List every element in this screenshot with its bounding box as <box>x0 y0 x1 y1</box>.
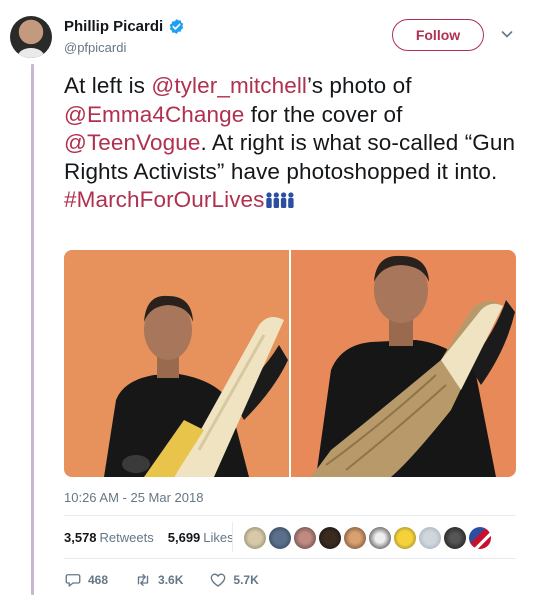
photo-original[interactable] <box>64 250 289 477</box>
retweet-count: 3.6K <box>158 573 184 587</box>
divider <box>64 558 516 559</box>
author-info: Phillip Picardi @pfpicardi <box>64 18 185 55</box>
liker-avatars <box>244 527 491 549</box>
retweets-count[interactable]: 3,578 <box>64 530 97 545</box>
mention-link[interactable]: @tyler_mitchell <box>151 73 307 98</box>
reply-action[interactable]: 468 <box>64 571 108 589</box>
hashtag-link[interactable]: #MarchForOurLives <box>64 187 265 212</box>
tweet-media[interactable] <box>64 250 516 477</box>
stats-divider <box>232 522 233 552</box>
liker-avatar[interactable] <box>319 527 341 549</box>
tweet-text-part: for the cover of <box>244 101 403 127</box>
tweet-actions: 468 3.6K 5.7K <box>64 571 285 589</box>
liker-avatar[interactable] <box>394 527 416 549</box>
follow-button[interactable]: Follow <box>392 19 484 51</box>
author-display-name[interactable]: Phillip Picardi <box>64 18 163 35</box>
like-count: 5.7K <box>233 573 259 587</box>
reply-icon <box>65 574 81 587</box>
liker-avatar[interactable] <box>469 527 491 549</box>
photo-edited[interactable] <box>291 250 516 477</box>
author-handle[interactable]: @pfpicardi <box>64 40 185 55</box>
tweet-timestamp[interactable]: 10:26 AM - 25 Mar 2018 <box>64 490 203 505</box>
tweet-text-part: At left is <box>64 73 152 98</box>
like-action[interactable]: 5.7K <box>209 571 259 589</box>
reply-count: 468 <box>88 573 109 587</box>
people-emoji-icon <box>265 192 294 208</box>
retweet-action[interactable]: 3.6K <box>134 571 183 589</box>
liker-avatar[interactable] <box>244 527 266 549</box>
chevron-down-icon[interactable] <box>500 27 514 41</box>
author-avatar[interactable] <box>10 16 52 58</box>
like-icon <box>211 573 226 587</box>
retweets-label[interactable]: Retweets <box>100 530 154 545</box>
mention-link[interactable]: @Emma4Change <box>64 102 244 127</box>
mention-link[interactable]: @TeenVogue <box>64 130 200 155</box>
liker-avatar[interactable] <box>344 527 366 549</box>
liker-avatar[interactable] <box>269 527 291 549</box>
divider <box>64 515 516 516</box>
retweet-icon <box>137 574 149 586</box>
tweet-text-part: ’s photo of <box>307 73 412 98</box>
author-name-row[interactable]: Phillip Picardi <box>64 18 185 35</box>
liker-avatar[interactable] <box>419 527 441 549</box>
liker-avatar[interactable] <box>444 527 466 549</box>
verified-badge-icon <box>170 19 184 34</box>
engagement-stats: 3,578 Retweets 5,699 Likes <box>64 530 234 545</box>
thread-line <box>31 64 34 595</box>
tweet-text: At left is @tyler_mitchell’s photo of @E… <box>64 72 530 215</box>
likes-count[interactable]: 5,699 <box>168 530 201 545</box>
liker-avatar[interactable] <box>369 527 391 549</box>
likes-label[interactable]: Likes <box>203 530 233 545</box>
liker-avatar[interactable] <box>294 527 316 549</box>
